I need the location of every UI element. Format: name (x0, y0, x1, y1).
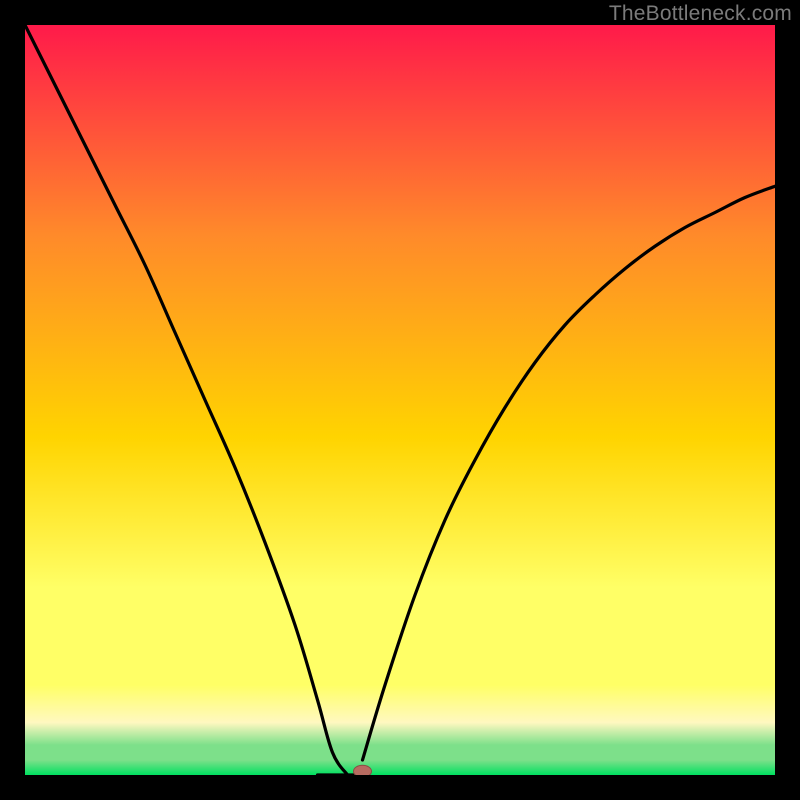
watermark-text: TheBottleneck.com (609, 2, 792, 26)
plot-area (25, 25, 775, 775)
chart-svg (25, 25, 775, 775)
min-marker (354, 765, 372, 775)
chart-container: { "watermark": "TheBottleneck.com", "col… (0, 0, 800, 800)
gradient-background (25, 25, 775, 775)
